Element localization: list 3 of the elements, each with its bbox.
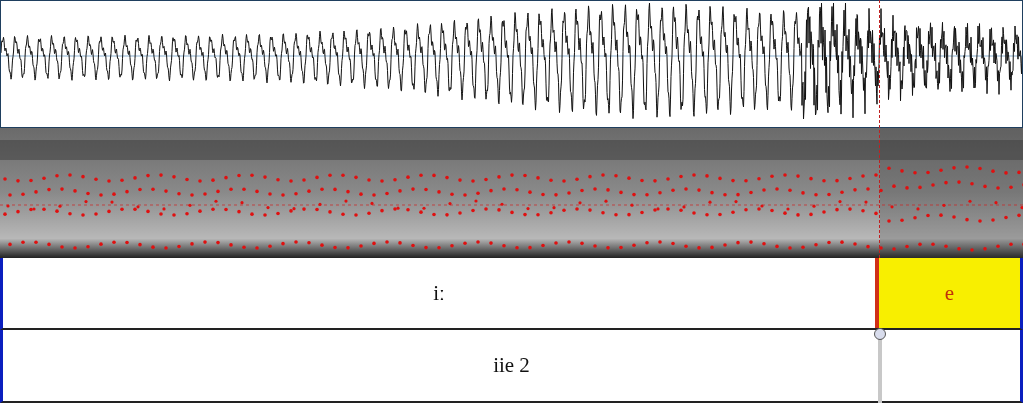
interval-label[interactable]: e <box>874 258 1020 328</box>
tier[interactable]: iː e <box>0 258 1023 330</box>
boundary-handle-icon[interactable] <box>872 326 888 403</box>
